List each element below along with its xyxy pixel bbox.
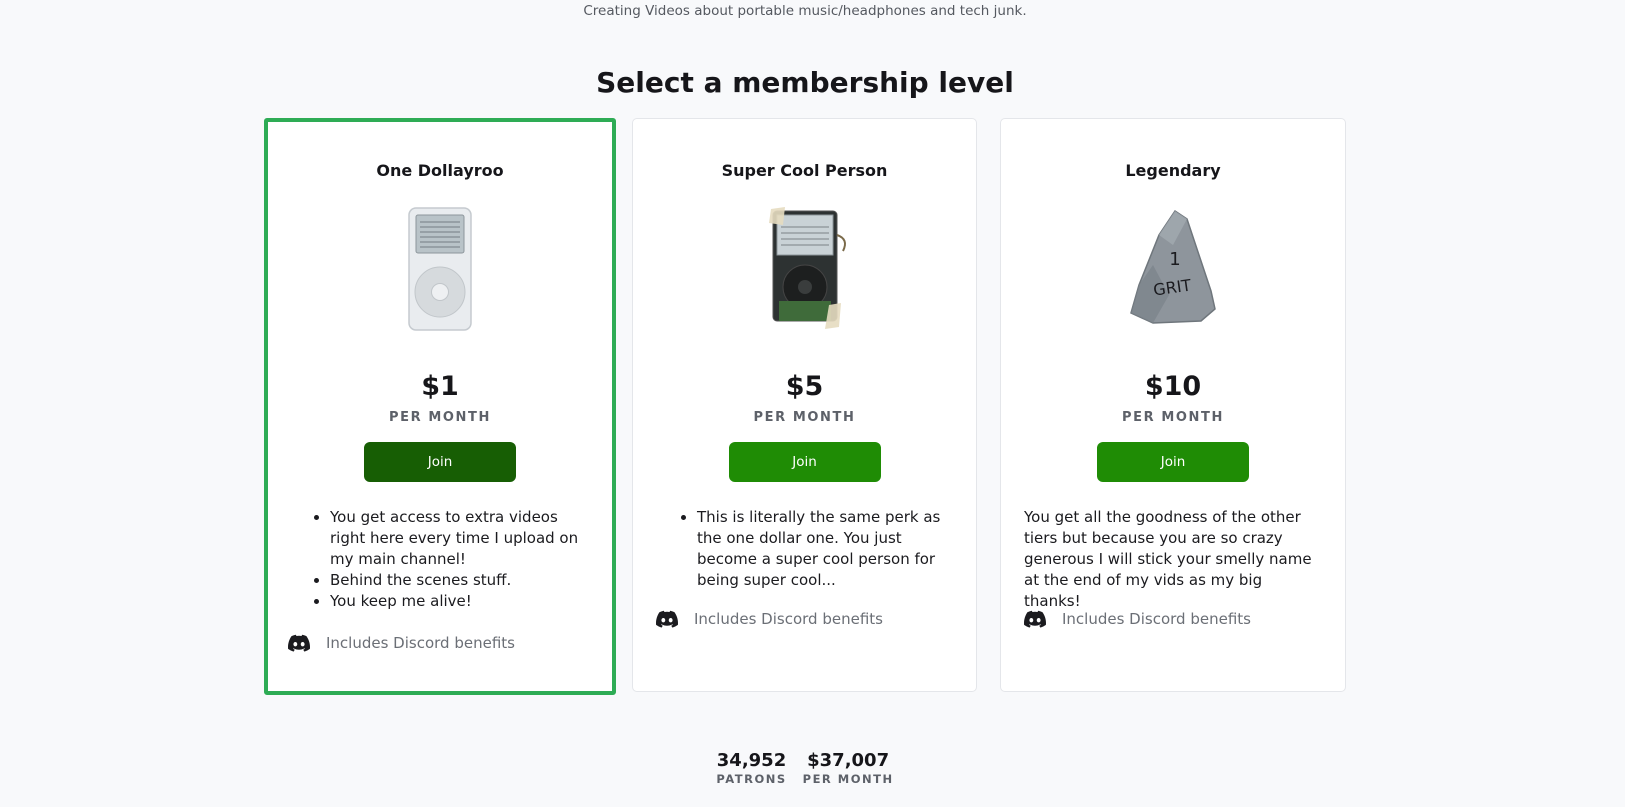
- tier-description: You get all the goodness of the other ti…: [1024, 508, 1312, 610]
- tier-period: PER MONTH: [1122, 410, 1224, 425]
- discord-icon: [656, 610, 678, 628]
- tier-price: $5: [785, 371, 824, 402]
- stat-value: 34,952: [716, 750, 787, 771]
- tier-price: $10: [1144, 371, 1202, 402]
- discord-benefits: Includes Discord benefits: [288, 634, 515, 652]
- page-title: Select a membership level: [596, 66, 1014, 99]
- perk-item: You keep me alive!: [330, 591, 592, 612]
- tier-price: $1: [421, 371, 459, 402]
- perk-list: You get access to extra videos right her…: [312, 507, 592, 612]
- tier-name: Super Cool Person: [721, 161, 888, 180]
- tier-card-legendary[interactable]: Legendary 1 GRIT $10 PER MONTH Join You …: [1000, 118, 1346, 692]
- perk-item: Behind the scenes stuff.: [330, 570, 592, 591]
- creator-tagline: Creating Videos about portable music/hea…: [583, 3, 1027, 19]
- perk-item: You get access to extra videos right her…: [330, 507, 592, 570]
- discord-benefits-label: Includes Discord benefits: [326, 634, 515, 652]
- tier-period: PER MONTH: [753, 410, 856, 425]
- tier-name: One Dollayroo: [376, 161, 504, 180]
- discord-benefits: Includes Discord benefits: [1024, 610, 1251, 628]
- tier-card-super-cool-person[interactable]: Super Cool Person $5 PER MONTH Join This…: [632, 118, 977, 692]
- monthly-earnings-stat: $37,007 PER MONTH: [803, 750, 894, 786]
- stat-value: $37,007: [807, 750, 890, 771]
- join-button-legendary[interactable]: Join: [1097, 442, 1249, 482]
- discord-benefits: Includes Discord benefits: [656, 610, 883, 628]
- tier-card-one-dollayroo[interactable]: One Dollayroo $1 PER MONTH Join You get …: [264, 118, 616, 695]
- perk-list: This is literally the same perk as the o…: [679, 507, 956, 591]
- ipod-classic-icon: [408, 207, 472, 331]
- discord-benefits-label: Includes Discord benefits: [1062, 610, 1251, 628]
- disassembled-ipod-icon: [768, 207, 846, 329]
- join-button-one-dollayroo[interactable]: Join: [364, 442, 516, 482]
- stat-label: PATRONS: [716, 772, 787, 786]
- tier-period: PER MONTH: [389, 410, 491, 425]
- patron-count-stat: 34,952 PATRONS: [716, 750, 786, 786]
- perk-item: This is literally the same perk as the o…: [697, 507, 956, 591]
- discord-icon: [1024, 610, 1046, 628]
- discord-icon: [288, 634, 310, 652]
- rock-label-line1: 1: [1169, 249, 1180, 270]
- grit-rock-icon: 1 GRIT: [1130, 209, 1216, 324]
- join-button-super-cool-person[interactable]: Join: [728, 442, 881, 482]
- stat-label: PER MONTH: [802, 772, 894, 786]
- creator-stats: 34,952 PATRONS $37,007 PER MONTH: [0, 750, 1610, 786]
- tier-name: Legendary: [1125, 161, 1221, 180]
- discord-benefits-label: Includes Discord benefits: [694, 610, 883, 628]
